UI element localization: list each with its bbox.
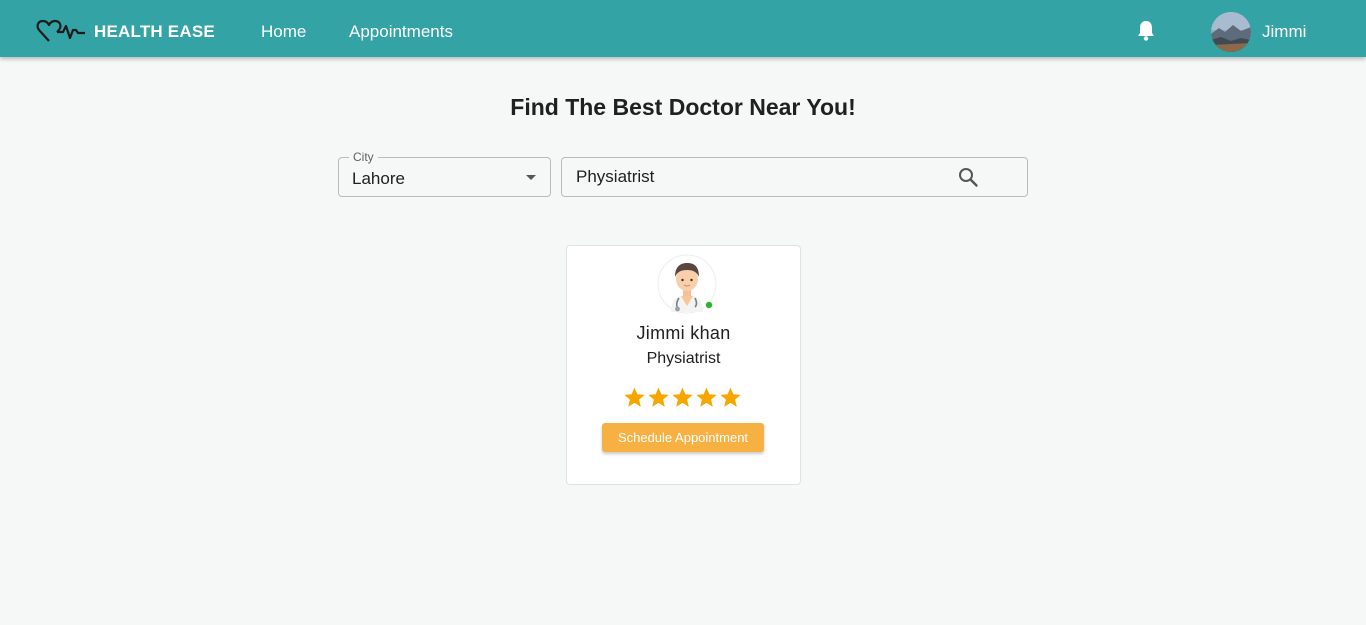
user-name[interactable]: Jimmi: [1262, 22, 1306, 42]
user-avatar[interactable]: [1211, 12, 1251, 52]
bell-icon[interactable]: [1136, 19, 1156, 41]
search-icon[interactable]: [957, 166, 979, 188]
city-select[interactable]: City Lahore: [338, 150, 551, 197]
schedule-appointment-button[interactable]: Schedule Appointment: [602, 423, 764, 452]
star-icon: [624, 387, 645, 407]
heartbeat-icon[interactable]: [36, 18, 86, 44]
doctor-avatar: [657, 254, 717, 314]
star-icon: [696, 387, 717, 407]
online-status-dot: [704, 300, 714, 310]
nav-appointments-link[interactable]: Appointments: [349, 22, 453, 42]
doctor-card: Jimmi khan Physiatrist Schedule Appointm…: [566, 245, 801, 485]
page-title: Find The Best Doctor Near You!: [510, 94, 856, 120]
chevron-down-icon[interactable]: [526, 175, 536, 180]
star-icon: [648, 387, 669, 407]
doctor-specialty: Physiatrist: [646, 350, 721, 367]
top-navbar: HEALTH EASE Home Appointments Jimmi: [0, 0, 1366, 57]
star-icon: [720, 387, 741, 407]
brand-name[interactable]: HEALTH EASE: [94, 22, 215, 42]
doctor-name: Jimmi khan: [636, 323, 731, 343]
star-icon: [672, 387, 693, 407]
city-value: Lahore: [352, 169, 405, 188]
rating-stars: [623, 386, 747, 410]
search-input[interactable]: [563, 159, 943, 195]
city-label: City: [349, 150, 378, 164]
specialty-search-box: [561, 157, 1028, 197]
nav-home-link[interactable]: Home: [261, 22, 306, 42]
